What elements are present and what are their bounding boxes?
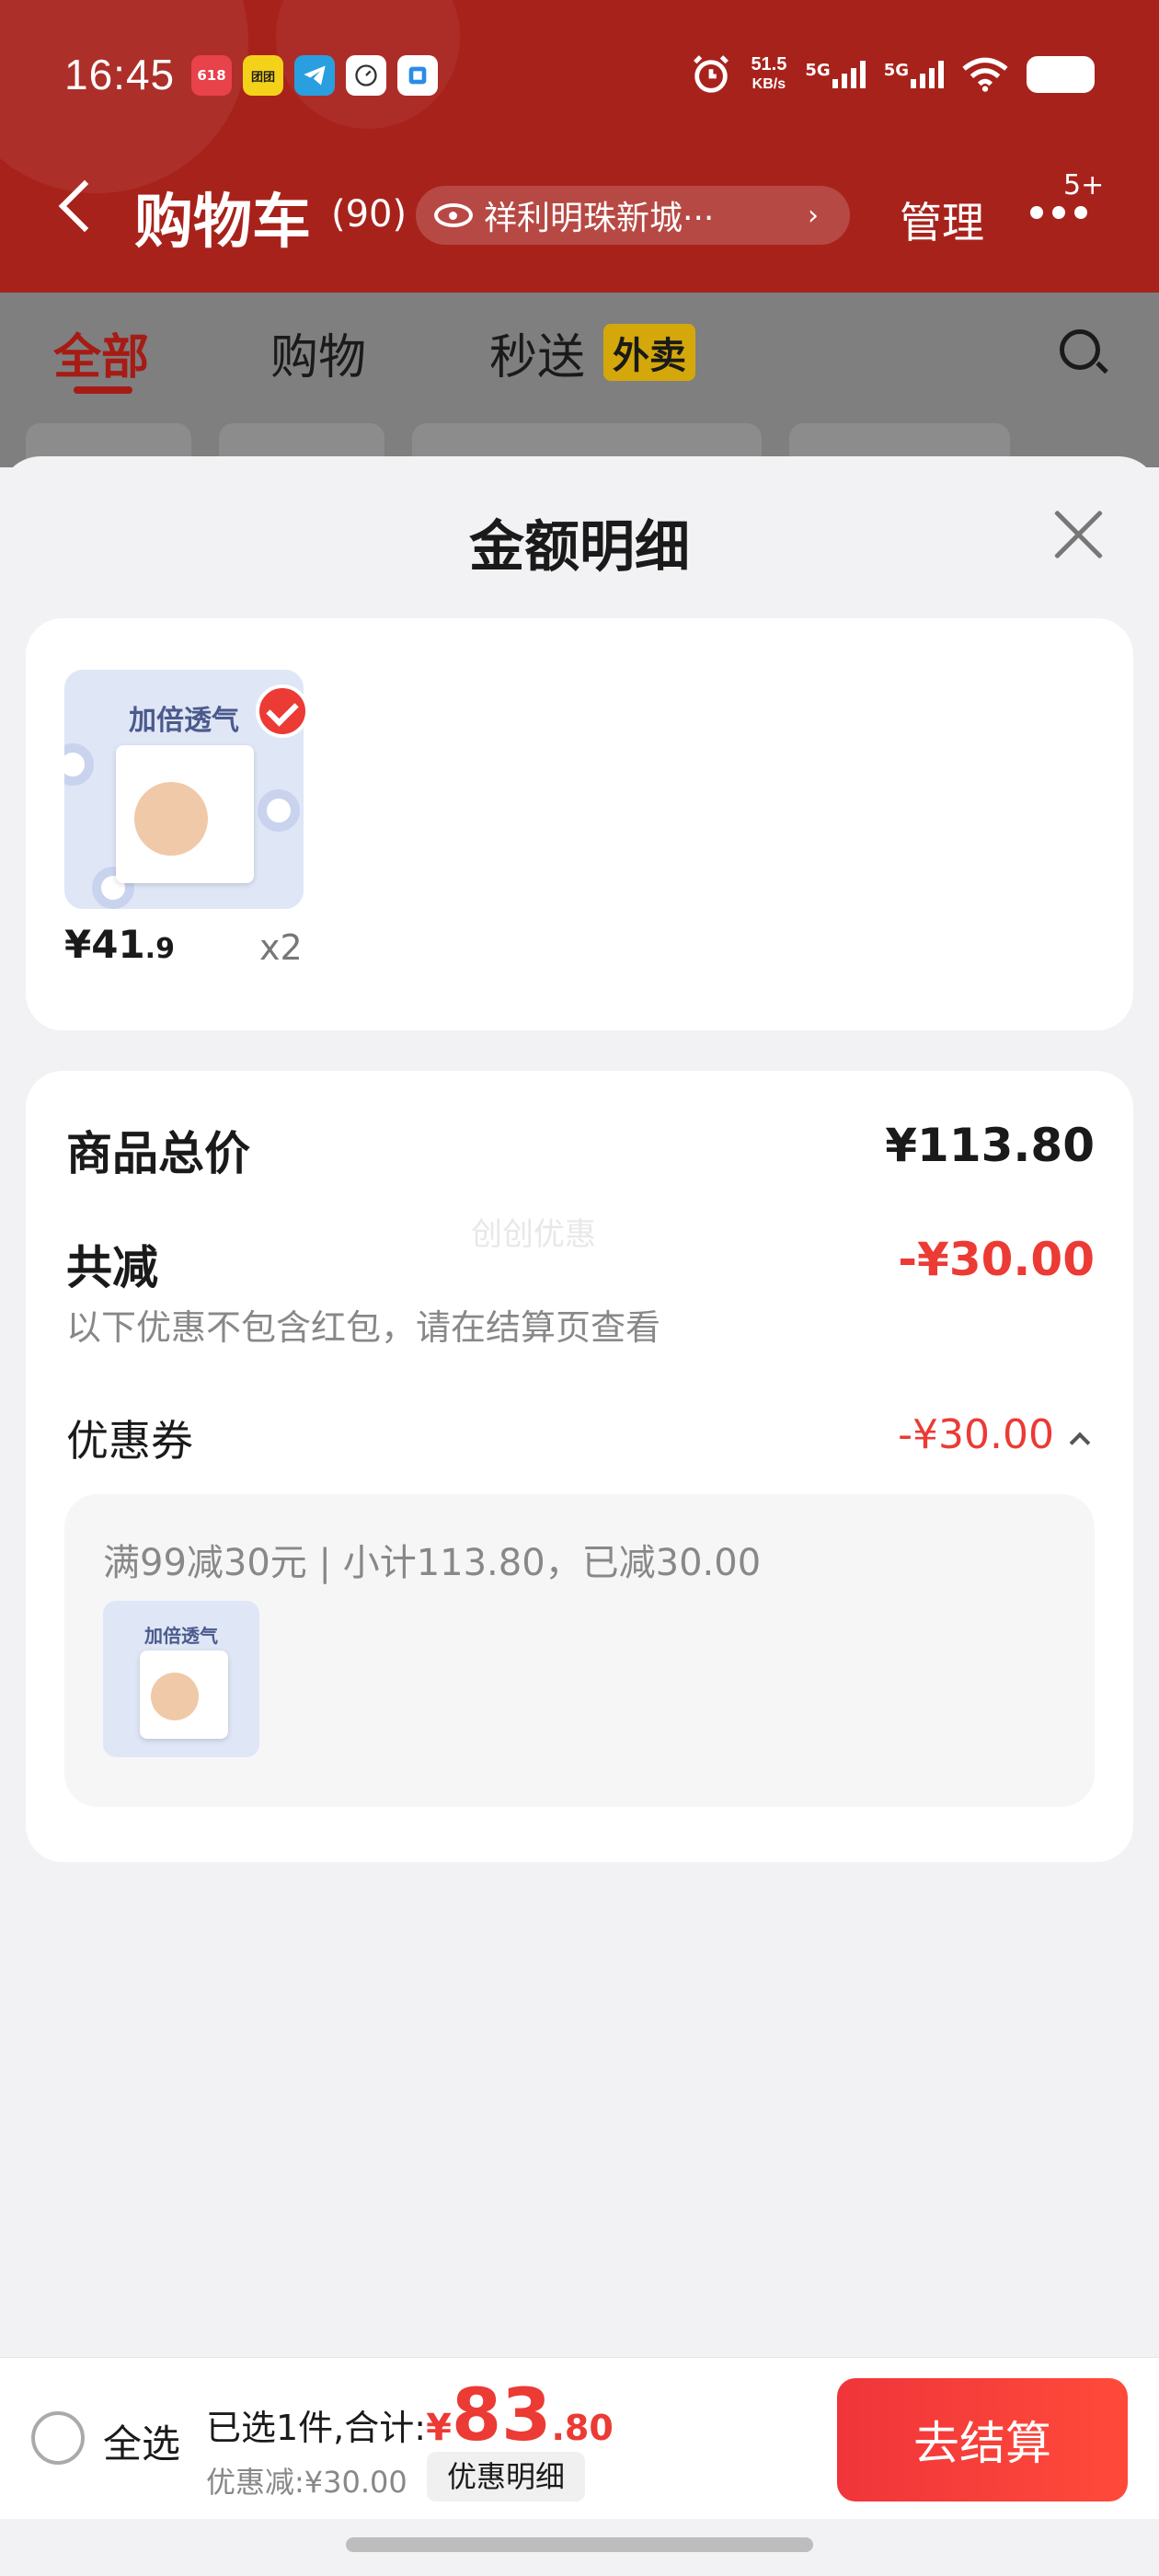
eye-icon [434, 203, 473, 227]
checkout-bar: 全选 已选1件,合计:¥83.80 优惠减:¥30.00 优惠明细 去结算 [0, 2357, 1159, 2519]
search-icon[interactable] [1060, 329, 1100, 370]
product-price: ¥41.9 [64, 922, 175, 967]
status-time: 16:45 [64, 51, 176, 98]
status-app-icons: 618 团团 [191, 55, 438, 96]
status-bar: 16:45 618 团团 51.5 KB/s 5G 5G [0, 0, 1159, 152]
page-title: 购物车 [134, 189, 311, 257]
coupon-product-image[interactable]: 加倍透气 [103, 1601, 259, 1757]
signal-icon: 5G [805, 61, 866, 88]
app-icon [397, 55, 438, 96]
tab-instant[interactable]: 秒送 [489, 318, 585, 387]
reduction-label: 共减 [66, 1241, 158, 1294]
total-price-label: 商品总价 [66, 1127, 250, 1180]
nav-bar: 购物车 (90) 祥利明珠新城··· › 管理 5+ [0, 166, 1159, 267]
coupon-description: 满99减30元 | 小计113.80，已减30.00 [103, 1542, 762, 1584]
wifi-icon [962, 57, 1008, 92]
watermark: 创创优惠 [471, 1216, 596, 1253]
manage-button[interactable]: 管理 [900, 190, 984, 250]
address-selector[interactable]: 祥利明珠新城··· › [416, 186, 850, 245]
app-tuantuan-icon: 团团 [243, 55, 283, 96]
selected-products-card: 加倍透气 ¥41.9 x2 [26, 618, 1133, 1030]
coupon-label: 优惠券 [66, 1416, 193, 1466]
total-amount: 83 [451, 2375, 552, 2457]
baby-face [151, 1673, 199, 1720]
total-price-value: ¥113.80 [885, 1119, 1095, 1172]
product-quantity: x2 [259, 927, 303, 968]
tab-shopping[interactable]: 购物 [270, 318, 366, 387]
close-icon[interactable] [1050, 506, 1106, 561]
coupon-image-caption: 加倍透气 [144, 1625, 218, 1647]
selected-check-icon[interactable] [256, 684, 309, 738]
tab-indicator [74, 386, 132, 394]
app-618-icon: 618 [191, 55, 232, 96]
diaper-package [116, 745, 254, 883]
baby-face [134, 782, 208, 856]
select-all-radio[interactable] [31, 2411, 85, 2465]
diaper-package [140, 1650, 228, 1739]
takeout-badge: 外卖 [603, 324, 695, 381]
checkout-button[interactable]: 去结算 [837, 2378, 1128, 2501]
clock-icon [346, 55, 386, 96]
sheet-title: 金额明细 [469, 515, 690, 580]
status-indicators: 51.5 KB/s 5G 5G [690, 53, 1095, 96]
selected-summary: 已选1件,合计:¥83.80 [206, 2375, 614, 2457]
address-text: 祥利明珠新城··· [484, 200, 715, 237]
flower-decoration [64, 743, 94, 786]
coupon-detail: 满99减30元 | 小计113.80，已减30.00 加倍透气 [64, 1494, 1095, 1807]
more-icon[interactable] [1030, 206, 1087, 219]
price-summary-card: 商品总价 ¥113.80 创创优惠 共减 -¥30.00 以下优惠不包含红包，请… [26, 1071, 1133, 1862]
signal-icon: 5G [884, 61, 944, 88]
reduction-value: -¥30.00 [898, 1233, 1095, 1286]
network-speed: 51.5 KB/s [751, 54, 787, 92]
select-all-label[interactable]: 全选 [103, 2413, 180, 2469]
reduction-note: 以下优惠不包含红包，请在结算页查看 [66, 1307, 661, 1348]
flower-decoration [258, 789, 300, 832]
cart-count: (90) [331, 193, 407, 236]
header: 16:45 618 团团 51.5 KB/s 5G 5G 购物车 (90) 祥利… [0, 0, 1159, 293]
chevron-right-icon: › [808, 199, 819, 232]
price-detail-sheet: 金额明细 加倍透气 ¥41.9 x2 商品总价 ¥113.80 创创优惠 共减 … [0, 456, 1159, 2355]
home-indicator[interactable] [346, 2537, 813, 2552]
message-badge: 5+ [1063, 169, 1105, 201]
coupon-value: -¥30.00 [898, 1411, 1054, 1458]
discount-detail-button[interactable]: 优惠明细 [427, 2452, 586, 2501]
discount-summary: 优惠减:¥30.00 [206, 2465, 407, 2500]
tab-all[interactable]: 全部 [53, 318, 149, 387]
tab-bar: 全部 购物 秒送 外卖 [0, 293, 1159, 488]
telegram-icon [294, 55, 335, 96]
battery-icon [1027, 56, 1095, 93]
coupon-toggle[interactable]: -¥30.00 [898, 1411, 1091, 1458]
chevron-up-icon [1069, 1432, 1091, 1454]
back-icon[interactable] [58, 179, 111, 233]
alarm-icon [694, 55, 729, 93]
